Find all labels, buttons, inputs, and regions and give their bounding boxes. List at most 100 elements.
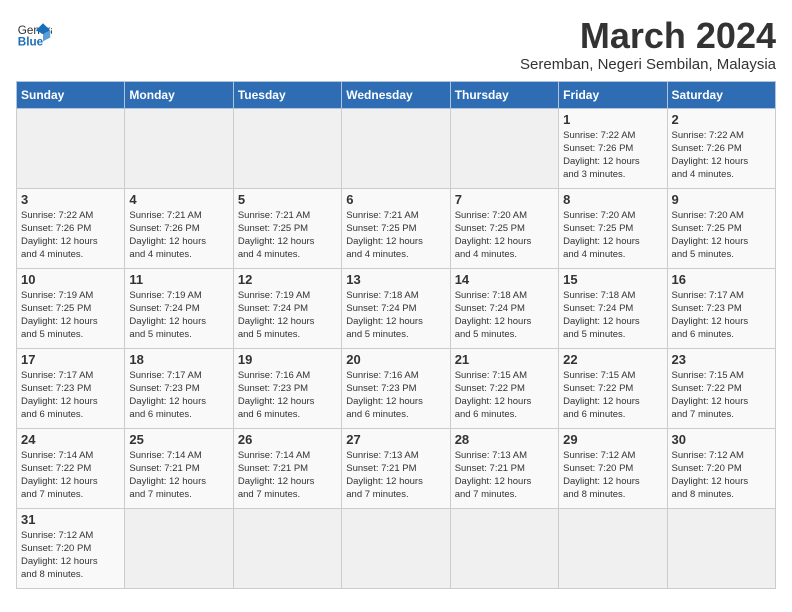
- calendar-cell: [233, 508, 341, 588]
- day-info: Sunrise: 7:18 AM Sunset: 7:24 PM Dayligh…: [455, 289, 554, 342]
- calendar-cell: [342, 108, 450, 188]
- calendar-table: SundayMondayTuesdayWednesdayThursdayFrid…: [16, 81, 776, 589]
- day-info: Sunrise: 7:22 AM Sunset: 7:26 PM Dayligh…: [563, 129, 662, 182]
- logo-icon: General Blue: [16, 16, 52, 52]
- title-block: March 2024 Seremban, Negeri Sembilan, Ma…: [520, 16, 776, 73]
- calendar-cell: 29 Sunrise: 7:12 AM Sunset: 7:20 PM Dayli…: [559, 428, 667, 508]
- weekday-header-saturday: Saturday: [667, 81, 775, 108]
- calendar-week-row: 31Sunrise: 7:12 AM Sunset: 7:20 PM Dayli…: [17, 508, 776, 588]
- day-number: 24: [21, 432, 120, 447]
- day-info: Sunrise: 7:16 AM Sunset: 7:23 PM Dayligh…: [346, 369, 445, 422]
- calendar-cell: 19 Sunrise: 7:16 AM Sunset: 7:23 PM Dayli…: [233, 348, 341, 428]
- day-number: 5: [238, 192, 337, 207]
- day-info: Sunrise: 7:21 AM Sunset: 7:25 PM Dayligh…: [346, 209, 445, 262]
- day-number: 6: [346, 192, 445, 207]
- calendar-title: March 2024: [520, 16, 776, 56]
- day-number: 30: [672, 432, 771, 447]
- day-number: 31: [21, 512, 120, 527]
- calendar-cell: 10 Sunrise: 7:19 AM Sunset: 7:25 PM Dayli…: [17, 268, 125, 348]
- calendar-cell: 2 Sunrise: 7:22 AM Sunset: 7:26 PM Daylig…: [667, 108, 775, 188]
- calendar-cell: 23 Sunrise: 7:15 AM Sunset: 7:22 PM Dayli…: [667, 348, 775, 428]
- calendar-cell: 28Sunrise: 7:13 AM Sunset: 7:21 PM Dayli…: [450, 428, 558, 508]
- calendar-cell: [559, 508, 667, 588]
- calendar-cell: 30 Sunrise: 7:12 AM Sunset: 7:20 PM Dayli…: [667, 428, 775, 508]
- weekday-header-tuesday: Tuesday: [233, 81, 341, 108]
- day-number: 29: [563, 432, 662, 447]
- weekday-header-thursday: Thursday: [450, 81, 558, 108]
- calendar-cell: 4 Sunrise: 7:21 AM Sunset: 7:26 PM Daylig…: [125, 188, 233, 268]
- day-number: 20: [346, 352, 445, 367]
- day-info: Sunrise: 7:19 AM Sunset: 7:25 PM Dayligh…: [21, 289, 120, 342]
- calendar-cell: 3Sunrise: 7:22 AM Sunset: 7:26 PM Daylig…: [17, 188, 125, 268]
- calendar-cell: 13 Sunrise: 7:18 AM Sunset: 7:24 PM Dayli…: [342, 268, 450, 348]
- calendar-cell: [450, 108, 558, 188]
- calendar-cell: 14Sunrise: 7:18 AM Sunset: 7:24 PM Dayli…: [450, 268, 558, 348]
- day-number: 25: [129, 432, 228, 447]
- day-number: 26: [238, 432, 337, 447]
- calendar-cell: 9Sunrise: 7:20 AM Sunset: 7:25 PM Daylig…: [667, 188, 775, 268]
- day-info: Sunrise: 7:20 AM Sunset: 7:25 PM Dayligh…: [455, 209, 554, 262]
- day-info: Sunrise: 7:17 AM Sunset: 7:23 PM Dayligh…: [21, 369, 120, 422]
- day-number: 9: [672, 192, 771, 207]
- calendar-cell: 17 Sunrise: 7:17 AM Sunset: 7:23 PM Dayli…: [17, 348, 125, 428]
- day-number: 3: [21, 192, 120, 207]
- day-number: 11: [129, 272, 228, 287]
- day-info: Sunrise: 7:16 AM Sunset: 7:23 PM Dayligh…: [238, 369, 337, 422]
- calendar-subtitle: Seremban, Negeri Sembilan, Malaysia: [520, 56, 776, 73]
- day-number: 4: [129, 192, 228, 207]
- day-number: 2: [672, 112, 771, 127]
- calendar-cell: [233, 108, 341, 188]
- day-info: Sunrise: 7:15 AM Sunset: 7:22 PM Dayligh…: [563, 369, 662, 422]
- weekday-header-wednesday: Wednesday: [342, 81, 450, 108]
- calendar-cell: 16Sunrise: 7:17 AM Sunset: 7:23 PM Dayli…: [667, 268, 775, 348]
- day-number: 19: [238, 352, 337, 367]
- day-info: Sunrise: 7:22 AM Sunset: 7:26 PM Dayligh…: [672, 129, 771, 182]
- day-info: Sunrise: 7:17 AM Sunset: 7:23 PM Dayligh…: [129, 369, 228, 422]
- day-info: Sunrise: 7:18 AM Sunset: 7:24 PM Dayligh…: [346, 289, 445, 342]
- calendar-week-row: 1Sunrise: 7:22 AM Sunset: 7:26 PM Daylig…: [17, 108, 776, 188]
- day-info: Sunrise: 7:14 AM Sunset: 7:22 PM Dayligh…: [21, 449, 120, 502]
- day-info: Sunrise: 7:12 AM Sunset: 7:20 PM Dayligh…: [563, 449, 662, 502]
- day-number: 18: [129, 352, 228, 367]
- day-info: Sunrise: 7:17 AM Sunset: 7:23 PM Dayligh…: [672, 289, 771, 342]
- calendar-cell: 20 Sunrise: 7:16 AM Sunset: 7:23 PM Dayli…: [342, 348, 450, 428]
- calendar-cell: [125, 108, 233, 188]
- day-number: 13: [346, 272, 445, 287]
- calendar-cell: 18 Sunrise: 7:17 AM Sunset: 7:23 PM Dayli…: [125, 348, 233, 428]
- calendar-cell: [342, 508, 450, 588]
- day-info: Sunrise: 7:15 AM Sunset: 7:22 PM Dayligh…: [455, 369, 554, 422]
- weekday-header-row: SundayMondayTuesdayWednesdayThursdayFrid…: [17, 81, 776, 108]
- calendar-cell: 5 Sunrise: 7:21 AM Sunset: 7:25 PM Daylig…: [233, 188, 341, 268]
- calendar-week-row: 10 Sunrise: 7:19 AM Sunset: 7:25 PM Dayli…: [17, 268, 776, 348]
- day-info: Sunrise: 7:13 AM Sunset: 7:21 PM Dayligh…: [455, 449, 554, 502]
- day-number: 21: [455, 352, 554, 367]
- day-info: Sunrise: 7:15 AM Sunset: 7:22 PM Dayligh…: [672, 369, 771, 422]
- calendar-cell: 24 Sunrise: 7:14 AM Sunset: 7:22 PM Dayli…: [17, 428, 125, 508]
- calendar-week-row: 17 Sunrise: 7:17 AM Sunset: 7:23 PM Dayli…: [17, 348, 776, 428]
- day-info: Sunrise: 7:12 AM Sunset: 7:20 PM Dayligh…: [672, 449, 771, 502]
- day-info: Sunrise: 7:18 AM Sunset: 7:24 PM Dayligh…: [563, 289, 662, 342]
- calendar-cell: 7Sunrise: 7:20 AM Sunset: 7:25 PM Daylig…: [450, 188, 558, 268]
- weekday-header-monday: Monday: [125, 81, 233, 108]
- day-info: Sunrise: 7:19 AM Sunset: 7:24 PM Dayligh…: [238, 289, 337, 342]
- calendar-cell: 21 Sunrise: 7:15 AM Sunset: 7:22 PM Dayli…: [450, 348, 558, 428]
- day-number: 17: [21, 352, 120, 367]
- calendar-cell: 25Sunrise: 7:14 AM Sunset: 7:21 PM Dayli…: [125, 428, 233, 508]
- weekday-header-sunday: Sunday: [17, 81, 125, 108]
- header: General Blue March 2024 Seremban, Negeri…: [16, 16, 776, 73]
- svg-text:Blue: Blue: [18, 36, 44, 49]
- day-info: Sunrise: 7:14 AM Sunset: 7:21 PM Dayligh…: [238, 449, 337, 502]
- day-number: 10: [21, 272, 120, 287]
- calendar-cell: 15Sunrise: 7:18 AM Sunset: 7:24 PM Dayli…: [559, 268, 667, 348]
- day-number: 23: [672, 352, 771, 367]
- day-info: Sunrise: 7:21 AM Sunset: 7:25 PM Dayligh…: [238, 209, 337, 262]
- calendar-cell: 1Sunrise: 7:22 AM Sunset: 7:26 PM Daylig…: [559, 108, 667, 188]
- day-info: Sunrise: 7:13 AM Sunset: 7:21 PM Dayligh…: [346, 449, 445, 502]
- day-info: Sunrise: 7:19 AM Sunset: 7:24 PM Dayligh…: [129, 289, 228, 342]
- calendar-cell: 27Sunrise: 7:13 AM Sunset: 7:21 PM Dayli…: [342, 428, 450, 508]
- calendar-week-row: 3Sunrise: 7:22 AM Sunset: 7:26 PM Daylig…: [17, 188, 776, 268]
- day-number: 22: [563, 352, 662, 367]
- calendar-cell: 11 Sunrise: 7:19 AM Sunset: 7:24 PM Dayli…: [125, 268, 233, 348]
- calendar-cell: 8Sunrise: 7:20 AM Sunset: 7:25 PM Daylig…: [559, 188, 667, 268]
- day-info: Sunrise: 7:21 AM Sunset: 7:26 PM Dayligh…: [129, 209, 228, 262]
